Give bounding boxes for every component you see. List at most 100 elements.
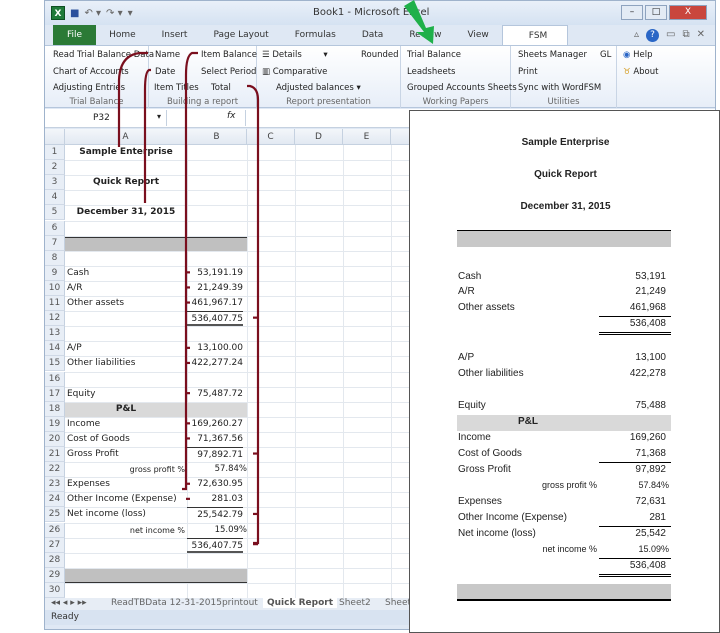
- row-header[interactable]: 26: [45, 522, 65, 538]
- sheet-tab-quick-report[interactable]: Quick Report: [263, 598, 337, 608]
- adjusting-entries-button[interactable]: Adjusting Entries: [53, 83, 125, 93]
- chart-of-accounts-button[interactable]: Chart of Accounts: [53, 67, 129, 77]
- cell-b[interactable]: 71,367.56: [187, 432, 243, 447]
- cell-b[interactable]: [187, 221, 243, 236]
- cell-b[interactable]: 169,260.27: [187, 417, 243, 432]
- name-box-dropdown-icon[interactable]: ▾: [157, 112, 161, 121]
- row-header[interactable]: 18: [45, 401, 65, 417]
- column-header-a[interactable]: A: [65, 129, 187, 145]
- tab-review[interactable]: Review: [396, 25, 454, 45]
- cell-a[interactable]: [67, 160, 185, 175]
- row-header[interactable]: 11: [45, 296, 65, 312]
- cell-b[interactable]: 15.09%: [187, 523, 247, 538]
- read-trial-balance-button[interactable]: Read Trial Balance Data: [53, 50, 154, 60]
- cell-b[interactable]: [187, 251, 243, 266]
- name-box[interactable]: P32: [47, 110, 167, 126]
- gl-button[interactable]: GL: [600, 50, 611, 60]
- cell-a[interactable]: [67, 326, 185, 341]
- minimize-button[interactable]: –: [621, 5, 643, 20]
- comparative-button[interactable]: ▥ Comparative: [262, 67, 327, 77]
- cell-b[interactable]: [187, 205, 243, 220]
- item-balance-button[interactable]: Item Balance: [201, 50, 257, 60]
- tab-page-layout[interactable]: Page Layout: [200, 25, 281, 45]
- row-header[interactable]: 24: [45, 492, 65, 508]
- row-header[interactable]: 20: [45, 431, 65, 447]
- name-button[interactable]: Name: [155, 50, 180, 60]
- cell-a[interactable]: Cost of Goods: [67, 432, 185, 447]
- customize-qat-icon[interactable]: ▾: [128, 8, 133, 19]
- adjusted-balances-dropdown[interactable]: Adjusted balances ▾: [276, 83, 361, 93]
- cell-b[interactable]: [187, 145, 243, 160]
- minimize-ribbon-icon[interactable]: ▵: [634, 29, 639, 42]
- cell-a[interactable]: Gross Profit: [67, 447, 185, 462]
- cell-a[interactable]: [67, 221, 185, 236]
- cell-b[interactable]: 536,407.75: [187, 311, 243, 327]
- select-all-corner[interactable]: [45, 129, 65, 145]
- total-button[interactable]: Total: [211, 83, 231, 93]
- cell-a[interactable]: [67, 251, 185, 266]
- row-header[interactable]: 9: [45, 265, 65, 281]
- cell-b[interactable]: 97,892.71: [187, 447, 243, 462]
- row-header[interactable]: 29: [45, 567, 65, 583]
- cell-b[interactable]: 57.84%: [187, 462, 247, 477]
- row-header[interactable]: 28: [45, 552, 65, 568]
- cell-a[interactable]: A/P: [67, 341, 185, 356]
- cell-a[interactable]: A/R: [67, 281, 185, 296]
- sheets-manager-button[interactable]: Sheets Manager: [518, 50, 587, 60]
- row-header[interactable]: 23: [45, 477, 65, 493]
- rounded-button[interactable]: Rounded: [361, 50, 399, 60]
- row-header[interactable]: 7: [45, 235, 65, 251]
- cell-b[interactable]: [187, 553, 243, 568]
- window-restore-icon[interactable]: ⧉: [682, 29, 689, 42]
- close-button[interactable]: X: [669, 5, 707, 20]
- cell-b[interactable]: [187, 568, 243, 583]
- row-header[interactable]: 12: [45, 311, 65, 327]
- restore-icon[interactable]: ▭: [666, 29, 675, 42]
- row-header[interactable]: 16: [45, 371, 65, 387]
- help-button[interactable]: ◉ Help: [623, 50, 653, 60]
- cell-a[interactable]: [67, 568, 185, 583]
- cell-b[interactable]: 21,249.39: [187, 281, 243, 296]
- row-header[interactable]: 5: [45, 205, 65, 221]
- undo-icon[interactable]: ↶ ▾: [84, 8, 101, 19]
- cell-a[interactable]: Quick Report: [67, 175, 185, 190]
- grouped-accounts-button[interactable]: Grouped Accounts Sheets: [407, 83, 517, 93]
- leadsheets-button[interactable]: Leadsheets: [407, 67, 455, 77]
- cell-a[interactable]: Income: [67, 417, 185, 432]
- row-header[interactable]: 25: [45, 507, 65, 523]
- cell-b[interactable]: [187, 326, 243, 341]
- cell-b[interactable]: 461,967.17: [187, 296, 243, 311]
- cell-a[interactable]: P&L: [67, 402, 185, 417]
- tab-fsm[interactable]: FSM: [501, 25, 569, 45]
- cell-b[interactable]: 281.03: [187, 492, 244, 507]
- row-header[interactable]: 30: [45, 582, 65, 598]
- row-header[interactable]: 21: [45, 447, 65, 463]
- cell-b[interactable]: 422,277.24: [187, 356, 243, 371]
- fx-icon[interactable]: fx: [227, 111, 236, 121]
- cell-b[interactable]: [187, 175, 243, 190]
- row-header[interactable]: 4: [45, 190, 65, 206]
- cell-a[interactable]: [67, 583, 185, 598]
- details-dropdown[interactable]: ☰ Details ▾: [262, 50, 328, 60]
- cell-a[interactable]: Cash: [67, 266, 185, 281]
- cell-a[interactable]: [67, 311, 185, 326]
- cell-b[interactable]: 72,630.95: [187, 477, 243, 492]
- tab-home[interactable]: Home: [96, 25, 149, 45]
- tab-formulas[interactable]: Formulas: [282, 25, 349, 45]
- column-header-c[interactable]: C: [247, 129, 295, 145]
- row-header[interactable]: 22: [45, 462, 65, 478]
- cell-b[interactable]: 25,542.79: [187, 507, 243, 522]
- cell-a[interactable]: [67, 190, 185, 205]
- formula-input[interactable]: [245, 110, 415, 126]
- cell-b[interactable]: 13,100.00: [187, 341, 243, 356]
- help-icon[interactable]: ?: [646, 29, 660, 42]
- cell-a[interactable]: Net income (loss): [67, 507, 185, 522]
- cell-a[interactable]: Equity: [67, 387, 185, 402]
- cell-b[interactable]: [187, 236, 243, 251]
- row-header[interactable]: 8: [45, 250, 65, 266]
- cell-a[interactable]: Other liabilities: [67, 356, 185, 371]
- select-period-button[interactable]: Select Period: [201, 67, 256, 77]
- cell-a[interactable]: net income %: [67, 523, 185, 538]
- row-header[interactable]: 6: [45, 220, 65, 236]
- cell-b[interactable]: 53,191.19: [187, 266, 243, 281]
